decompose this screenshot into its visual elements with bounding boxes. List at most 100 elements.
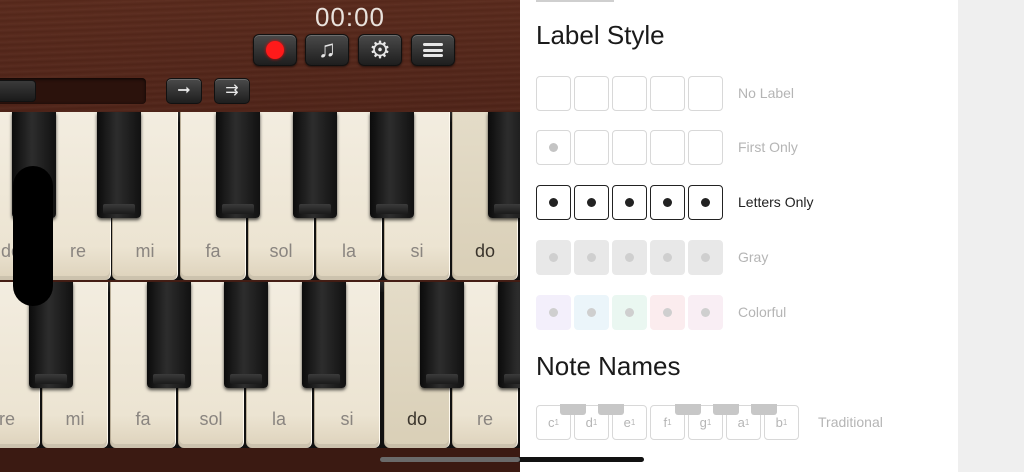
label-cell [574, 239, 609, 275]
piano-key-black[interactable] [293, 112, 337, 218]
note-octave: 1 [782, 417, 788, 427]
label-cell [650, 129, 685, 165]
piano-key-black[interactable] [97, 112, 141, 218]
hamburger-menu-icon [423, 43, 443, 57]
label-cell [688, 294, 723, 330]
label-style-option-letters-only[interactable]: Letters Only [536, 184, 813, 220]
note-letter: b [775, 414, 783, 430]
key-label: la [341, 241, 356, 261]
label-cell [650, 294, 685, 330]
note-black-key-marker [751, 404, 777, 415]
music-button[interactable]: ♫ [305, 34, 349, 66]
piano-key-black[interactable] [488, 112, 520, 218]
dot-icon [587, 307, 596, 317]
key-label: do [474, 241, 496, 261]
metronome-button[interactable]: ⚙ [358, 34, 402, 66]
dot-icon [663, 197, 672, 207]
dot-icon [549, 252, 558, 262]
dot-icon [587, 252, 596, 262]
dot-icon [549, 197, 558, 207]
double-arrow-right-icon: ⇉ [225, 82, 239, 99]
panel-divider [536, 0, 614, 2]
dot-icon [701, 307, 710, 317]
note-letter: a [737, 414, 745, 430]
label-style-option-text: Colorful [738, 304, 787, 320]
split-drag-handle[interactable] [13, 166, 53, 306]
label-style-option-first-only[interactable]: First Only [536, 129, 798, 165]
note-letter: g [699, 414, 707, 430]
label-cell [688, 129, 723, 165]
note-names-title: Note Names [536, 351, 681, 381]
label-cell [688, 75, 723, 111]
label-style-option-colorful[interactable]: Colorful [536, 294, 786, 330]
note-black-key-marker [675, 404, 701, 415]
label-cell [650, 239, 685, 275]
piano-key-black[interactable] [302, 282, 346, 388]
piano-key-black[interactable] [147, 282, 191, 388]
label-style-title: Label Style [536, 20, 665, 50]
label-cell [536, 75, 571, 111]
dot-icon [587, 197, 596, 207]
key-label: fa [135, 409, 151, 429]
dot-icon [701, 197, 710, 207]
label-style-option-text: No Label [738, 85, 795, 101]
note-black-key-marker [713, 404, 739, 415]
label-cell [612, 184, 647, 220]
piano-key-black[interactable] [224, 282, 268, 388]
label-cell [536, 294, 571, 330]
label-cell [650, 184, 685, 220]
record-button[interactable] [253, 34, 297, 66]
dot-icon [663, 252, 672, 262]
key-label: fa [205, 241, 221, 261]
label-style-option-no-label[interactable]: No Label [536, 75, 794, 111]
label-cell [612, 75, 647, 111]
key-label: mi [65, 409, 85, 429]
piano-app: 00:00 ♫ ⚙ ➞ ⇉ do re mi fa sol la si do r… [0, 0, 520, 472]
note-names-option-text: Traditional [818, 414, 883, 430]
record-dot-icon [266, 41, 284, 59]
note-black-key-marker [560, 404, 586, 415]
scroll-right-button[interactable]: ➞ [166, 78, 202, 104]
key-label: la [271, 409, 286, 429]
key-label: sol [269, 241, 293, 261]
label-cell [688, 184, 723, 220]
key-label: sol [199, 409, 223, 429]
piano-key-black[interactable] [216, 112, 260, 218]
label-cell [612, 129, 647, 165]
note-octave: 1 [667, 417, 672, 427]
settings-panel: Label Style No Label First Only Letters … [520, 0, 958, 472]
label-cell [536, 239, 571, 275]
dot-icon [625, 307, 634, 317]
piano-key-black[interactable] [498, 282, 520, 388]
label-style-option-text: Gray [738, 249, 769, 265]
menu-button[interactable] [411, 34, 455, 66]
music-note-icon: ♫ [318, 36, 336, 63]
timer-display: 00:00 [314, 2, 386, 32]
dot-icon [625, 252, 634, 262]
home-indicator-overlay [380, 457, 520, 462]
piano-key-black[interactable] [420, 282, 464, 388]
note-octave: 1 [554, 417, 559, 427]
label-cell [574, 184, 609, 220]
key-label: do [406, 409, 428, 429]
note-octave: 1 [592, 417, 598, 427]
note-black-key-marker [598, 404, 624, 415]
dot-icon [701, 252, 710, 262]
dot-icon [549, 142, 558, 152]
label-cell [536, 184, 571, 220]
scroll-far-right-button[interactable]: ⇉ [214, 78, 250, 104]
label-style-option-gray[interactable]: Gray [536, 239, 768, 275]
note-names-option-traditional[interactable]: c1 d1 e1 f1 g1 a1 b1 Traditional [536, 404, 883, 440]
note-octave: 1 [744, 417, 750, 427]
key-label: re [476, 409, 493, 429]
side-strip [958, 0, 1024, 472]
dot-icon [549, 307, 558, 317]
label-cell [612, 294, 647, 330]
label-style-option-text: Letters Only [738, 194, 814, 210]
arrow-right-icon: ➞ [177, 82, 191, 99]
label-cell [574, 129, 609, 165]
note-letter: d [585, 414, 593, 430]
keyboard-scroll-thumb[interactable] [0, 80, 36, 102]
piano-key-black[interactable] [370, 112, 414, 218]
label-cell [536, 129, 571, 165]
